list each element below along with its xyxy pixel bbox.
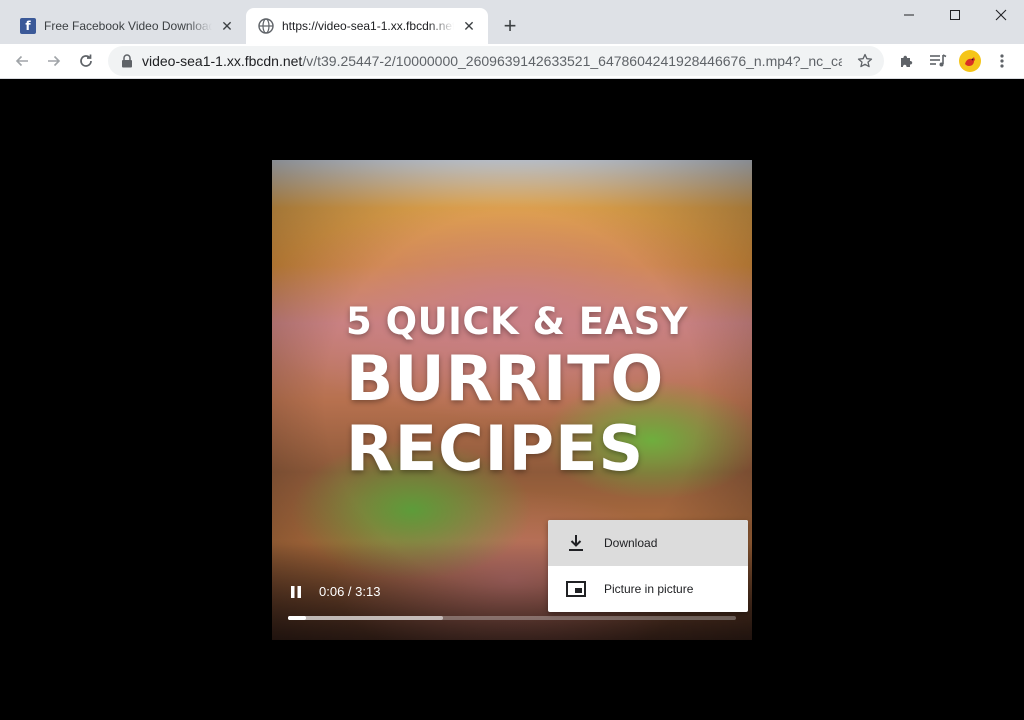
video-time: 0:06 / 3:13 [319,584,381,599]
maximize-icon [950,10,960,20]
browser-toolbar: video-sea1-1.xx.fbcdn.net/v/t39.25447-2/… [0,44,1024,79]
progress-played [288,616,306,620]
menu-item-download[interactable]: Download [548,520,748,566]
picture-in-picture-icon [566,579,586,599]
tab-title: Free Facebook Video Downloader [44,19,212,33]
download-icon [566,533,586,553]
bookmark-star-icon[interactable] [856,52,874,70]
globe-icon [258,18,274,34]
forward-button[interactable] [40,47,68,75]
arrow-right-icon [48,55,61,67]
lock-icon[interactable] [118,52,136,70]
tab-video[interactable]: https://video-sea1-1.xx.fbcdn.net/v/t39.… [246,8,488,44]
headline-line-3: RECIPES [346,412,645,485]
back-button[interactable] [8,47,36,75]
url-path: /v/t39.25447-2/10000000_2609639142633521… [302,53,842,69]
headline-line-1: 5 QUICK & EASY [346,300,689,343]
kebab-menu-icon [1000,54,1004,68]
maximize-button[interactable] [932,0,978,30]
browser-menu-button[interactable] [990,49,1014,73]
minimize-icon [904,14,914,16]
video-headline: 5 QUICK & EASY BURRITO RECIPES [346,300,706,484]
close-icon [995,9,1007,21]
reload-icon [80,54,92,67]
new-tab-button[interactable]: + [498,14,522,38]
facebook-icon: f [20,18,36,34]
headline-line-2: BURRITO [346,342,665,415]
arrow-left-icon [15,55,28,67]
pause-button[interactable] [286,582,306,602]
avatar [959,50,981,72]
video-overflow-menu: Download Picture in picture [548,520,748,612]
pause-icon [291,586,301,598]
video-progress-bar[interactable] [288,616,736,620]
profile-animal-icon [965,57,975,66]
tab-strip: f Free Facebook Video Downloader ✕ https… [0,0,1024,44]
menu-item-label: Picture in picture [604,582,694,596]
close-tab-icon[interactable]: ✕ [218,17,236,35]
page-content: 5 QUICK & EASY BURRITO RECIPES 0:06 / 3:… [0,79,1024,720]
menu-item-label: Download [604,536,658,550]
profile-avatar-button[interactable] [958,49,982,73]
address-bar[interactable]: video-sea1-1.xx.fbcdn.net/v/t39.25447-2/… [108,46,884,76]
reload-button[interactable] [72,47,100,75]
minimize-button[interactable] [886,0,932,30]
menu-item-picture-in-picture[interactable]: Picture in picture [548,566,748,612]
close-window-button[interactable] [978,0,1024,30]
url-host: video-sea1-1.xx.fbcdn.net [142,53,303,69]
tab-title: https://video-sea1-1.xx.fbcdn.net/v/t39.… [282,19,454,33]
progress-buffered [288,616,443,620]
url-text[interactable]: video-sea1-1.xx.fbcdn.net/v/t39.25447-2/… [142,53,842,69]
tab-facebook-downloader[interactable]: f Free Facebook Video Downloader ✕ [8,8,246,44]
media-control-icon[interactable] [926,49,950,73]
close-tab-icon[interactable]: ✕ [460,17,478,35]
extensions-puzzle-icon[interactable] [894,49,918,73]
